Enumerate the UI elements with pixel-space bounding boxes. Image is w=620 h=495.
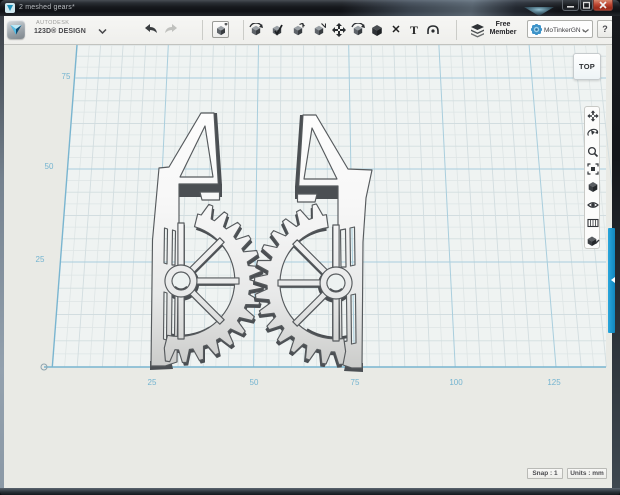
- svg-text:100: 100: [449, 378, 463, 387]
- svg-text:25: 25: [148, 378, 157, 387]
- svg-text:125: 125: [547, 378, 561, 387]
- svg-text:50: 50: [250, 378, 259, 387]
- svg-text:25: 25: [36, 255, 45, 264]
- svg-text:75: 75: [62, 72, 71, 81]
- svg-text:50: 50: [45, 162, 54, 171]
- svg-text:75: 75: [351, 378, 360, 387]
